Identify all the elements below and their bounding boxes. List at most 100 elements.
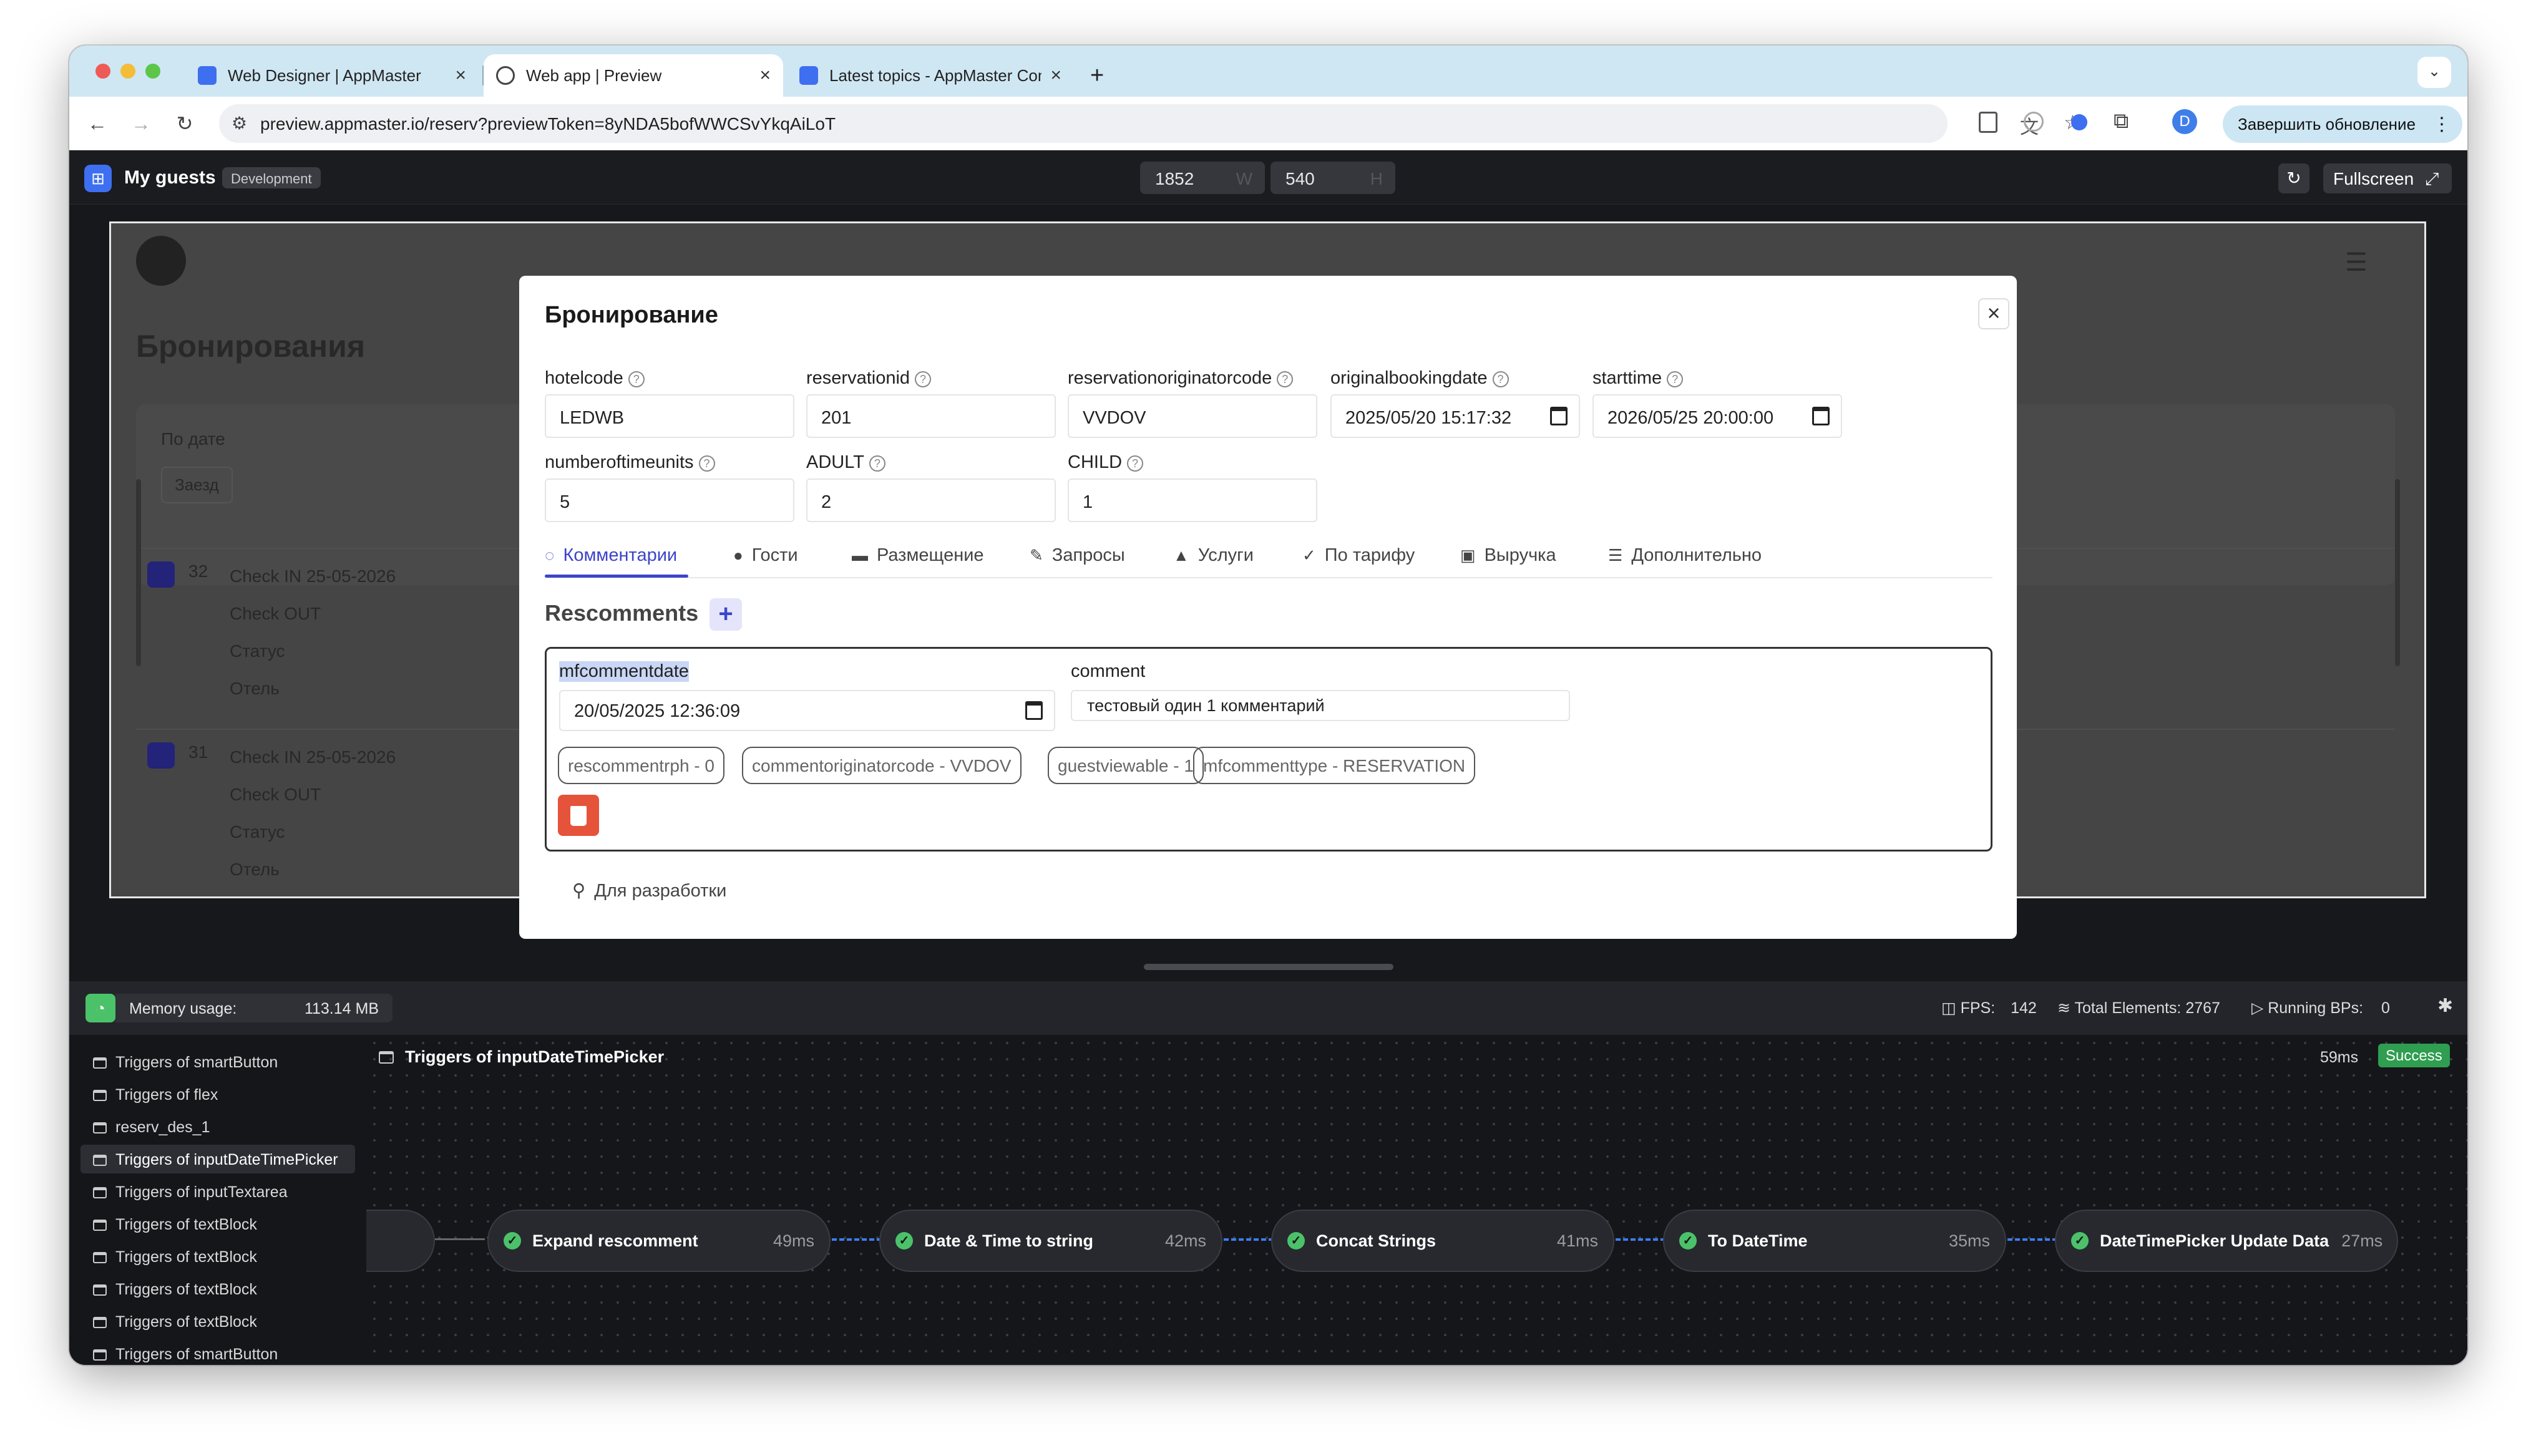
starttime-input[interactable]: 2026/05/25 20:00:00: [1592, 394, 1842, 438]
new-tab-button[interactable]: +: [1080, 54, 1124, 97]
filter-select[interactable]: Заезд: [161, 467, 233, 503]
active-tab-indicator: [545, 575, 688, 578]
search-icon[interactable]: [147, 742, 175, 769]
back-icon[interactable]: ←: [82, 108, 113, 139]
field-label-child: CHILD?: [1068, 452, 1144, 473]
minimize-window-icon[interactable]: [120, 64, 135, 79]
child-input[interactable]: 1: [1068, 478, 1317, 522]
url-field[interactable]: ⚙ preview.appmaster.io/reserv?previewTok…: [219, 104, 2082, 143]
width-input[interactable]: 1852 W: [1140, 162, 1265, 194]
tab-guests[interactable]: ● Гости: [733, 545, 798, 566]
trigger-item[interactable]: reserv_des_1: [80, 1112, 355, 1141]
reservationoriginatorcode-input[interactable]: VVDOV: [1068, 394, 1317, 438]
scrollbar[interactable]: [2395, 479, 2400, 666]
extension-icon[interactable]: [2071, 114, 2087, 130]
help-icon[interactable]: ?: [1667, 371, 1684, 387]
calendar-icon[interactable]: [1550, 407, 1568, 425]
comment-textarea[interactable]: тестовый один 1 комментарий: [1071, 690, 1570, 721]
memory-usage: Memory usage: 113.14 MB: [115, 994, 393, 1022]
trigger-item-selected[interactable]: Triggers of inputDateTimePicker: [80, 1145, 355, 1173]
puzzle-icon[interactable]: ⧉: [2114, 109, 2129, 133]
trigger-item[interactable]: Triggers of textBlock: [80, 1307, 355, 1336]
trigger-label: Triggers of textBlock: [115, 1248, 257, 1266]
page-title: Бронирования: [136, 329, 366, 364]
close-window-icon[interactable]: [95, 64, 110, 79]
flow-connector: [435, 1238, 485, 1240]
originalbookingdate-input[interactable]: 2025/05/20 15:17:32: [1330, 394, 1580, 438]
window-icon: [93, 1187, 107, 1198]
trigger-item[interactable]: Triggers of smartButton: [80, 1047, 355, 1076]
help-icon[interactable]: ?: [628, 371, 645, 387]
tab-requests[interactable]: ✎ Запросы: [1030, 545, 1125, 566]
trigger-item[interactable]: Triggers of flex: [80, 1080, 355, 1109]
flow-node[interactable]: ✓ Date & Time to string 42ms: [879, 1210, 1222, 1272]
trigger-item[interactable]: Triggers of inputTextarea: [80, 1177, 355, 1206]
trigger-item[interactable]: Triggers of smartButton: [80, 1339, 355, 1365]
tab-web-designer[interactable]: Web Designer | AppMaster ×: [185, 54, 479, 97]
search-icon[interactable]: [147, 561, 175, 588]
tab-additional[interactable]: ☰ Дополнительно: [1608, 545, 1762, 566]
check-out: Check OUT: [230, 785, 321, 804]
more-vert-icon[interactable]: ⋮: [2432, 114, 2451, 135]
extension-icon[interactable]: [1979, 112, 1997, 133]
help-icon[interactable]: ?: [1492, 371, 1509, 387]
calendar-icon[interactable]: [1812, 407, 1830, 425]
add-comment-button[interactable]: +: [710, 598, 742, 631]
delete-comment-button[interactable]: [558, 795, 599, 836]
height-input[interactable]: 540 H: [1270, 162, 1395, 194]
trigger-item[interactable]: Triggers of textBlock: [80, 1274, 355, 1303]
extension-icon[interactable]: [2024, 112, 2044, 132]
fullscreen-button[interactable]: Fullscreen ⤢: [2323, 163, 2452, 193]
reservationid-input[interactable]: 201: [806, 394, 1056, 438]
flow-node[interactable]: ✓ Expand rescomment 49ms: [487, 1210, 831, 1272]
status-badge: Success: [2378, 1044, 2450, 1067]
label-text: hotelcode: [545, 368, 623, 388]
scrollbar[interactable]: [136, 479, 141, 666]
calendar-icon[interactable]: [1025, 701, 1043, 720]
filter-label: По дате: [161, 429, 225, 449]
flow-node[interactable]: ✓ Concat Strings 41ms: [1271, 1210, 1614, 1272]
tab-community[interactable]: Latest topics - AppMaster Community ×: [787, 54, 1074, 97]
trigger-item[interactable]: Triggers of textBlock: [80, 1210, 355, 1238]
field-label-reservationid: reservationid?: [806, 368, 932, 389]
trigger-item[interactable]: Triggers of textBlock: [80, 1242, 355, 1271]
hotelcode-input[interactable]: LEDWB: [545, 394, 794, 438]
window-icon: [93, 1057, 107, 1069]
close-icon[interactable]: ×: [1050, 65, 1061, 86]
forward-icon[interactable]: →: [125, 108, 157, 139]
close-icon[interactable]: ×: [455, 65, 466, 86]
chevron-down-icon[interactable]: ⌄: [2417, 57, 2451, 88]
tab-rate[interactable]: ✓ По тарифу: [1302, 545, 1415, 566]
close-icon[interactable]: ×: [1978, 298, 2009, 329]
flow-node[interactable]: ✓ To DateTime 35ms: [1663, 1210, 2006, 1272]
flow-node[interactable]: ✓ DateTimePicker Update Data 27ms: [2055, 1210, 2398, 1272]
site-settings-icon[interactable]: ⚙: [232, 113, 247, 133]
reload-icon[interactable]: ↻: [169, 108, 200, 139]
help-icon[interactable]: ?: [915, 371, 932, 387]
tab-revenue[interactable]: ▣ Выручка: [1460, 545, 1556, 566]
menu-icon[interactable]: ☰: [2345, 248, 2368, 277]
fullscreen-label: Fullscreen: [2333, 169, 2414, 188]
field-label-hotelcode: hotelcode?: [545, 368, 645, 389]
tab-web-app-preview[interactable]: Web app | Preview ×: [484, 54, 783, 97]
close-icon[interactable]: ×: [759, 65, 771, 86]
comment-date-input[interactable]: 20/05/2025 12:36:09: [559, 690, 1055, 731]
dev-link[interactable]: ⚲ Для разработки: [572, 880, 726, 901]
bug-icon[interactable]: ✱: [2437, 995, 2453, 1017]
flow-canvas[interactable]: [366, 1035, 2467, 1365]
tab-accommodation[interactable]: ▬ Размещение: [852, 545, 984, 566]
numberoftimeunits-input[interactable]: 5: [545, 478, 794, 522]
pencil-icon: ✎: [1030, 546, 1043, 565]
maximize-window-icon[interactable]: [145, 64, 160, 79]
tab-comments[interactable]: ◌ Комментарии: [545, 545, 677, 566]
resize-handle[interactable]: [1144, 964, 1393, 970]
help-icon[interactable]: ?: [869, 455, 885, 472]
adult-input[interactable]: 2: [806, 478, 1056, 522]
help-icon[interactable]: ?: [698, 455, 715, 472]
profile-avatar[interactable]: D: [2172, 109, 2197, 134]
help-icon[interactable]: ?: [1127, 455, 1144, 472]
help-icon[interactable]: ?: [1277, 371, 1294, 387]
refresh-icon[interactable]: ↻: [2278, 163, 2309, 193]
tab-services[interactable]: ▲ Услуги: [1173, 545, 1254, 566]
update-browser-button[interactable]: Завершить обновление ⋮: [2223, 105, 2462, 143]
